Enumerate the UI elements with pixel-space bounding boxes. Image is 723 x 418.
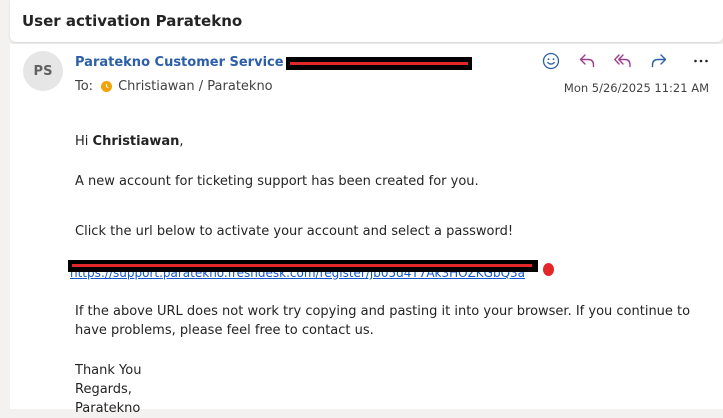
greeting-name: Christiawan bbox=[92, 134, 180, 149]
activate-instruction-text: Click the url below to activate your acc… bbox=[75, 224, 514, 239]
email-subject: User activation Paratekno bbox=[22, 12, 243, 30]
account-created-text: A new account for ticketing support has … bbox=[75, 174, 479, 189]
message-actions bbox=[529, 50, 715, 72]
forward-icon bbox=[651, 54, 667, 68]
message-body: Hi Christiawan, A new account for ticket… bbox=[68, 132, 715, 418]
reply-icon bbox=[579, 54, 595, 68]
closing-thank-you: Thank You bbox=[75, 363, 142, 378]
fallback-instructions-text: If the above URL does not work try copyi… bbox=[75, 304, 691, 338]
reply-all-icon bbox=[614, 54, 631, 68]
subject-bar: User activation Paratekno bbox=[10, 0, 723, 42]
emoji-reaction-icon bbox=[542, 52, 560, 70]
recipient-row: To: Christiawan / Paratekno bbox=[75, 79, 273, 94]
emoji-reaction-button[interactable] bbox=[537, 50, 565, 72]
activation-link-row: https://support.paratekno.freshdesk.com/… bbox=[68, 260, 555, 281]
closing-regards: Regards, bbox=[75, 382, 132, 397]
message-date: Mon 5/26/2025 11:21 AM bbox=[563, 81, 709, 95]
sender-row: Paratekno Customer Service bbox=[75, 52, 472, 72]
greeting-prefix: Hi bbox=[75, 134, 93, 149]
more-actions-button[interactable] bbox=[687, 50, 715, 72]
recipient-name[interactable]: Christiawan / Paratekno bbox=[118, 79, 273, 94]
forward-button[interactable] bbox=[645, 50, 673, 72]
greeting-suffix: , bbox=[179, 134, 184, 149]
to-label: To: bbox=[75, 79, 94, 94]
redacted-link-overlay bbox=[68, 260, 538, 272]
reply-all-button[interactable] bbox=[609, 50, 637, 72]
greeting-line: Hi Christiawan, bbox=[75, 132, 715, 151]
sender-avatar[interactable]: PS bbox=[23, 51, 63, 91]
reply-button[interactable] bbox=[573, 50, 601, 72]
presence-away-icon bbox=[101, 81, 113, 92]
more-icon bbox=[694, 59, 708, 63]
redaction-dot bbox=[543, 263, 554, 276]
sender-name[interactable]: Paratekno Customer Service bbox=[75, 55, 284, 70]
message-card: PS Paratekno Customer Service To: Christ… bbox=[10, 44, 723, 416]
redacted-sender-email bbox=[285, 56, 472, 70]
